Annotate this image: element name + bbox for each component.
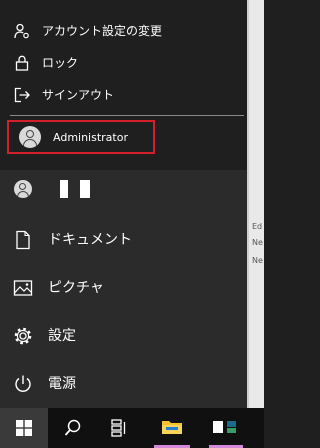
other-user-name: Administrator: [53, 131, 128, 144]
start-button[interactable]: [0, 408, 48, 448]
settings-item[interactable]: 設定: [0, 316, 247, 356]
power-label: 電源: [48, 376, 76, 392]
file-explorer-button[interactable]: [150, 408, 194, 448]
avatar: [19, 126, 41, 148]
document-icon: [16, 230, 30, 250]
taskbar-app-button[interactable]: [205, 408, 245, 448]
desktop-text-fragment: Ed: [252, 222, 263, 231]
pictures-item[interactable]: ピクチャ: [0, 268, 247, 308]
redacted-name-block: [80, 180, 90, 198]
change-account-settings-label: アカウント設定の変更: [42, 24, 163, 38]
pictures-icon: [13, 280, 33, 296]
start-menu: アカウント設定の変更 ロック サインアウト Administrator ドキュメ…: [0, 0, 247, 408]
sign-out-label: サインアウト: [42, 88, 115, 102]
power-icon: [15, 375, 31, 392]
gear-icon: [14, 327, 32, 345]
flyout-divider: [10, 115, 244, 116]
sign-out-item[interactable]: サインアウト: [0, 79, 247, 111]
documents-item[interactable]: ドキュメント: [0, 220, 247, 260]
settings-label: 設定: [48, 328, 76, 344]
taskbar: [0, 408, 264, 448]
switch-user-administrator[interactable]: Administrator: [7, 120, 155, 154]
documents-label: ドキュメント: [48, 232, 132, 248]
change-account-settings-item[interactable]: アカウント設定の変更: [0, 15, 247, 47]
app-icon: [213, 421, 236, 433]
redacted-name-block: [60, 180, 68, 198]
power-item[interactable]: 電源: [0, 364, 247, 404]
desktop-background: Ed Ne Ne: [247, 0, 264, 408]
search-button[interactable]: [52, 408, 92, 448]
current-user-button[interactable]: [0, 171, 247, 211]
sign-out-icon: [14, 87, 30, 103]
account-flyout: アカウント設定の変更 ロック サインアウト Administrator: [0, 0, 247, 170]
search-icon: [64, 419, 81, 436]
desktop-text-fragment: Ne: [252, 238, 263, 247]
lock-icon: [15, 55, 29, 71]
lock-item[interactable]: ロック: [0, 47, 247, 79]
desktop-text-fragment: Ne: [252, 256, 263, 265]
task-view-button[interactable]: [98, 408, 138, 448]
pictures-label: ピクチャ: [48, 280, 104, 296]
avatar: [14, 180, 32, 198]
lock-label: ロック: [42, 56, 79, 70]
windows-logo-icon: [16, 420, 32, 436]
person-settings-icon: [14, 23, 29, 39]
file-explorer-icon: [162, 421, 182, 434]
task-view-icon: [111, 419, 126, 437]
